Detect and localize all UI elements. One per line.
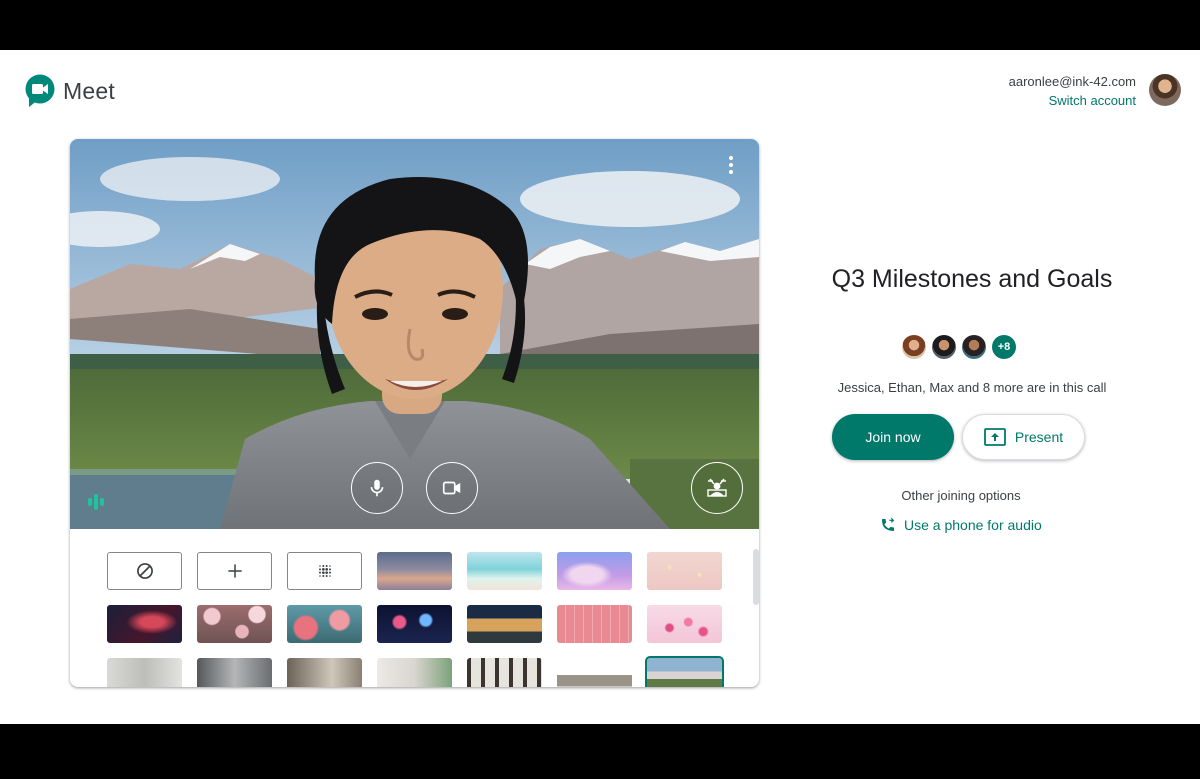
background-thumbnail[interactable]	[197, 658, 272, 687]
background-picker	[70, 529, 759, 687]
audio-level-indicator	[88, 493, 106, 511]
background-thumbnail[interactable]	[197, 605, 272, 643]
background-thumbnail[interactable]	[557, 605, 632, 643]
letterbox-top	[0, 0, 1200, 50]
background-thumbnail[interactable]	[287, 605, 362, 643]
background-thumbnail[interactable]	[107, 658, 182, 687]
meeting-title: Q3 Milestones and Goals	[831, 265, 1113, 293]
other-joining-options-label: Other joining options	[901, 488, 1021, 503]
videocam-icon	[442, 481, 461, 495]
block-icon	[136, 563, 153, 579]
app-name: Meet	[63, 77, 115, 104]
background-thumbnail[interactable]	[467, 552, 542, 590]
add-icon	[227, 564, 242, 578]
join-now-button[interactable]: Join now	[832, 414, 954, 460]
background-thumbnail[interactable]	[467, 658, 542, 687]
background-thumbnail[interactable]	[557, 552, 632, 590]
background-picker-scrollbar[interactable]	[753, 549, 759, 605]
phone-audio-label: Use a phone for audio	[904, 517, 1042, 533]
switch-account-link[interactable]: Switch account	[1009, 91, 1136, 111]
participants-in-call-text: Jessica, Ethan, Max and 8 more are in th…	[837, 380, 1107, 395]
letterbox-bottom	[0, 724, 1200, 779]
background-thumbnail[interactable]	[647, 552, 722, 590]
background-thumbnail[interactable]	[557, 658, 632, 687]
more-options-button[interactable]	[719, 153, 743, 177]
mic-icon	[370, 479, 384, 497]
no-background-option[interactable]	[107, 552, 182, 590]
account-avatar[interactable]	[1149, 74, 1181, 106]
phone-forwarded-icon	[882, 517, 895, 531]
participant-avatar	[962, 335, 986, 359]
self-video-preview	[70, 139, 759, 529]
more-vert-icon	[729, 156, 733, 160]
meet-logo-icon	[25, 74, 55, 108]
present-to-all-icon	[983, 428, 1006, 446]
background-thumbnail[interactable]	[647, 605, 722, 643]
present-label: Present	[1014, 429, 1064, 445]
meet-green-room: Meet aaronlee@ink-42.com Switch account	[0, 50, 1200, 724]
change-background-button[interactable]	[691, 462, 743, 514]
virtual-background-scene	[70, 139, 759, 529]
participant-avatar	[902, 335, 926, 359]
use-phone-for-audio-link[interactable]: Use a phone for audio	[880, 517, 1042, 533]
self-preview-card	[70, 139, 759, 687]
camera-toggle-button[interactable]	[426, 462, 478, 514]
blur-background-option[interactable]	[287, 552, 362, 590]
background-thumbnail[interactable]	[287, 658, 362, 687]
background-thumbnail[interactable]	[107, 605, 182, 643]
background-thumbnail-selected[interactable]	[645, 656, 724, 687]
present-button[interactable]: Present	[962, 414, 1085, 460]
participant-avatar	[932, 335, 956, 359]
background-thumbnail[interactable]	[467, 605, 542, 643]
upload-background-option[interactable]	[197, 552, 272, 590]
meet-logo[interactable]: Meet	[25, 74, 115, 108]
account-info: aaronlee@ink-42.com Switch account	[1009, 73, 1136, 111]
background-thumbnail[interactable]	[377, 658, 452, 687]
background-replace-icon	[707, 478, 727, 497]
account-email: aaronlee@ink-42.com	[1008, 74, 1136, 89]
blur-icon	[318, 565, 331, 577]
background-thumbnail[interactable]	[377, 605, 452, 643]
more-participants-badge: +8	[992, 335, 1016, 359]
background-thumbnail[interactable]	[377, 552, 452, 590]
microphone-toggle-button[interactable]	[351, 462, 403, 514]
participant-avatars: +8	[902, 335, 1016, 359]
